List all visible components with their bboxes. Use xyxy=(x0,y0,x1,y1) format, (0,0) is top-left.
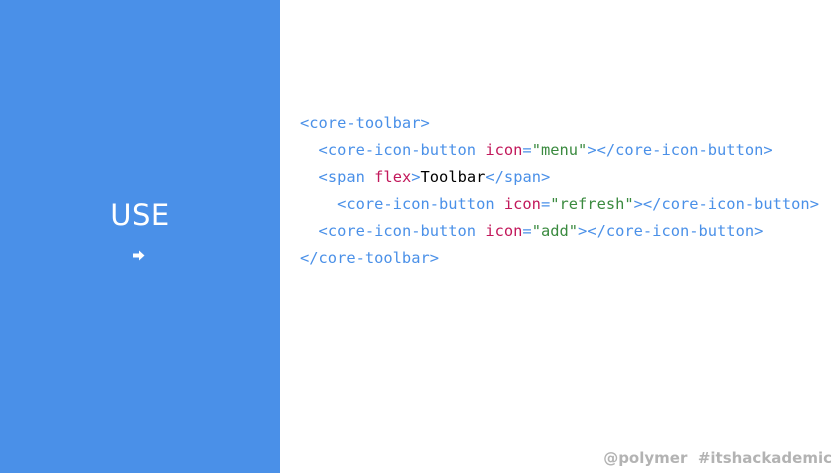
arrow-right-icon xyxy=(133,250,145,261)
code-line: </core-toolbar> xyxy=(300,245,819,272)
code-token-text: Toolbar xyxy=(420,168,486,186)
code-token-attr: flex xyxy=(374,168,412,186)
code-snippet: <core-toolbar> <core-icon-button icon="m… xyxy=(300,110,819,272)
code-token-tag: <core-icon-button xyxy=(337,195,504,213)
code-line: <span flex>Toolbar</span> xyxy=(300,164,819,191)
slide-title: USE xyxy=(110,198,170,232)
code-token-tag: > xyxy=(411,168,421,186)
code-token-eq: = xyxy=(522,222,532,240)
code-token-tag: <core-icon-button xyxy=(318,222,486,240)
code-token-eq: = xyxy=(540,195,551,213)
code-token-val: "refresh" xyxy=(550,195,634,213)
code-token-attr: icon xyxy=(503,195,541,213)
code-token-tag: ></core-icon-button> xyxy=(633,195,819,213)
code-token-attr: icon xyxy=(485,141,523,159)
code-token-tag: <core-toolbar> xyxy=(300,114,430,132)
footer-credits: @polymer #itshackademic xyxy=(603,449,832,467)
code-line: <core-icon-button icon="add"></core-icon… xyxy=(300,218,819,245)
title-panel: USE xyxy=(0,0,280,473)
footer-handle: @polymer xyxy=(603,449,688,467)
code-line: <core-icon-button icon="menu"></core-ico… xyxy=(300,137,819,164)
code-line: <core-toolbar> xyxy=(300,110,819,137)
code-token-tag: ></core-icon-button> xyxy=(578,222,764,240)
code-token-tag: </core-toolbar> xyxy=(300,249,439,267)
code-token-val: "menu" xyxy=(531,141,588,159)
code-token-tag: <core-icon-button xyxy=(318,141,486,159)
code-token-val: "add" xyxy=(531,222,579,240)
code-token-eq: = xyxy=(522,141,532,159)
code-token-tag: <span xyxy=(318,168,375,186)
code-line: <core-icon-button icon="refresh"></core-… xyxy=(300,191,819,218)
code-token-tag: ></core-icon-button> xyxy=(587,141,773,159)
code-token-tag: </span> xyxy=(485,168,551,186)
footer-hashtag: #itshackademic xyxy=(697,449,832,467)
code-token-attr: icon xyxy=(485,222,523,240)
